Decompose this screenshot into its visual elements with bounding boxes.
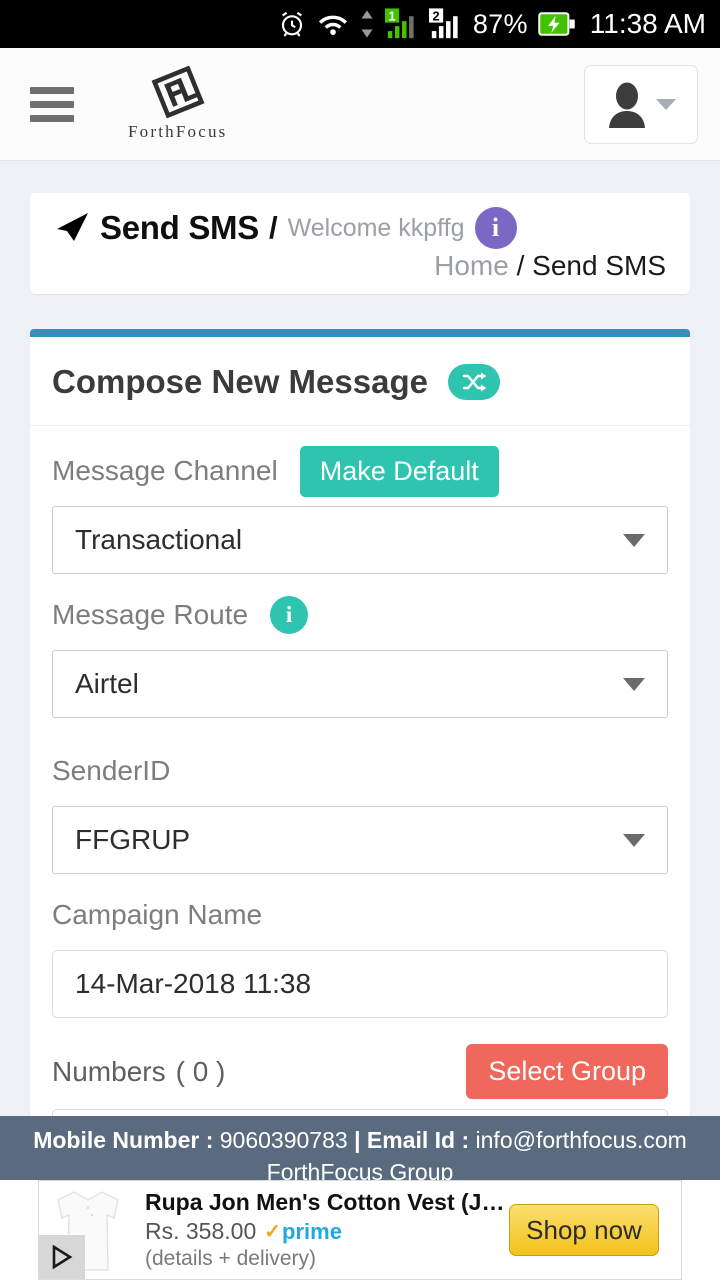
wifi-icon xyxy=(317,10,349,38)
campaign-name-row: Campaign Name xyxy=(52,888,668,942)
info-badge-icon[interactable]: i xyxy=(474,207,517,249)
numbers-label: Numbers xyxy=(52,1055,166,1087)
sim1-signal-icon: 1 xyxy=(384,8,419,40)
make-default-button[interactable]: Make Default xyxy=(299,445,499,497)
site-footer: Mobile Number : 9060390783 | Email Id : … xyxy=(0,1116,720,1185)
user-avatar-icon xyxy=(606,82,648,128)
breadcrumb-current: Send SMS xyxy=(532,250,666,281)
footer-contact-line: Mobile Number : 9060390783 | Email Id : … xyxy=(0,1125,720,1157)
shuffle-icon[interactable] xyxy=(447,364,500,400)
brand-name: ForthFocus xyxy=(128,122,228,141)
brand-logo[interactable]: ForthFocus xyxy=(128,65,228,142)
shop-now-button[interactable]: Shop now xyxy=(509,1204,659,1256)
breadcrumb: Home / Send SMS xyxy=(434,250,666,282)
campaign-name-label: Campaign Name xyxy=(52,899,263,930)
forthfocus-logo-icon xyxy=(148,65,208,120)
ad-banner: Rupa Jon Men's Cotton Vest (J… Rs. 358.0… xyxy=(0,1180,720,1280)
message-route-label: Message Route xyxy=(52,599,249,630)
page-header-card: Send SMS / Welcome kkpffg i Home / Send … xyxy=(30,193,690,294)
numbers-count: ( 0 ) xyxy=(175,1055,226,1087)
campaign-name-input[interactable] xyxy=(52,950,668,1018)
sender-id-select[interactable]: FFGRUP xyxy=(52,806,668,874)
profile-menu-button[interactable] xyxy=(584,65,698,144)
prime-check-icon: ✓ xyxy=(264,1221,282,1244)
status-bar: 1 2 87% 11:38 AM xyxy=(0,0,720,48)
ad-price: Rs. 358.00 xyxy=(145,1218,257,1245)
sim2-signal-icon: 2 xyxy=(428,8,463,40)
message-channel-value: Transactional xyxy=(75,524,243,555)
numbers-row: Numbers ( 0 ) Select Group xyxy=(52,1044,668,1099)
clock-time: 11:38 AM xyxy=(589,8,706,39)
message-route-row: Message Route i xyxy=(52,588,668,642)
route-info-badge-icon[interactable]: i xyxy=(270,596,309,634)
hamburger-menu-icon[interactable] xyxy=(30,86,74,122)
prime-label: prime xyxy=(282,1218,342,1244)
message-channel-label: Message Channel xyxy=(52,455,278,486)
footer-email-label: Email Id : xyxy=(366,1127,470,1153)
welcome-text: Welcome kkpffg xyxy=(287,213,465,242)
sender-id-value: FFGRUP xyxy=(75,824,191,855)
footer-email-value: info@forthfocus.com xyxy=(475,1127,687,1153)
breadcrumb-home-link[interactable]: Home xyxy=(434,250,509,281)
chevron-down-icon xyxy=(623,834,645,847)
footer-mobile-label: Mobile Number : xyxy=(33,1127,214,1153)
data-transfer-icon xyxy=(359,9,375,39)
sender-id-label: SenderID xyxy=(52,755,171,786)
title-separator: / xyxy=(268,210,278,245)
compose-title: Compose New Message xyxy=(52,363,428,400)
sender-id-row: SenderID xyxy=(52,744,668,798)
chevron-down-icon xyxy=(623,534,645,547)
battery-charging-icon xyxy=(538,11,576,37)
chevron-down-icon xyxy=(656,99,676,110)
svg-text:2: 2 xyxy=(432,9,439,24)
battery-percent: 87% xyxy=(472,8,528,39)
ad-details: (details + delivery) xyxy=(145,1247,316,1271)
chevron-down-icon xyxy=(623,678,645,691)
paper-plane-icon xyxy=(54,212,90,244)
message-channel-select[interactable]: Transactional xyxy=(52,506,668,574)
ad-container[interactable]: Rupa Jon Men's Cotton Vest (J… Rs. 358.0… xyxy=(38,1180,682,1280)
message-route-value: Airtel xyxy=(75,668,139,699)
svg-text:1: 1 xyxy=(388,9,395,24)
adchoices-icon[interactable] xyxy=(39,1235,85,1279)
prime-badge-icon: ✓ prime xyxy=(264,1219,342,1245)
select-group-button[interactable]: Select Group xyxy=(466,1044,668,1099)
alarm-icon xyxy=(277,9,307,39)
ad-title: Rupa Jon Men's Cotton Vest (J… xyxy=(145,1188,505,1215)
message-channel-row: Message Channel Make Default xyxy=(52,444,668,498)
ad-info: Rupa Jon Men's Cotton Vest (J… Rs. 358.0… xyxy=(137,1189,509,1271)
app-header: ForthFocus xyxy=(0,48,720,161)
message-route-select[interactable]: Airtel xyxy=(52,650,668,718)
page-title: Send SMS xyxy=(100,209,259,246)
footer-divider: | xyxy=(354,1127,361,1153)
screen: 1 2 87% 11:38 AM ForthFocus Send SMS / W… xyxy=(0,0,720,1280)
compose-card-header: Compose New Message xyxy=(30,337,690,426)
breadcrumb-separator: / xyxy=(516,250,525,281)
footer-mobile-value: 9060390783 xyxy=(219,1127,348,1153)
